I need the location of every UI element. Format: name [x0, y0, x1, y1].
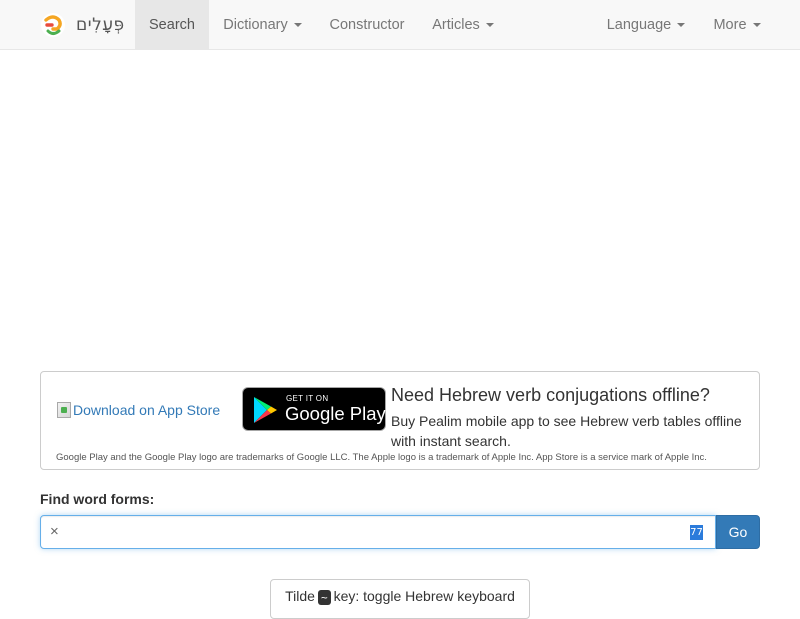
nav-articles-dropdown[interactable]: Articles: [418, 0, 508, 49]
promo-legal-notice: Google Play and the Google Play logo are…: [56, 452, 707, 463]
tilde-key-badge: ~: [317, 590, 331, 605]
nav-search-label: Search: [149, 17, 195, 33]
nav-language-label: Language: [606, 17, 672, 33]
caret-down-icon: [293, 23, 302, 28]
nav-constructor[interactable]: Constructor: [316, 0, 418, 49]
search-form: × 77 Go: [40, 515, 760, 549]
caret-down-icon: [485, 23, 494, 28]
hint-prefix: Tilde: [285, 588, 315, 604]
promo-description: Buy Pealim mobile app to see Hebrew verb…: [391, 413, 742, 449]
google-play-small-text: GET IT ON: [286, 394, 329, 403]
nav-constructor-label: Constructor: [329, 17, 405, 33]
google-play-badge[interactable]: GET IT ON Google Play: [242, 387, 386, 431]
hint-suffix: key: toggle Hebrew keyboard: [333, 588, 515, 604]
search-input[interactable]: × 77: [40, 515, 716, 549]
brand-name: פְּעָלִים: [76, 15, 125, 35]
nav-more-label: More: [713, 17, 747, 33]
top-navbar: פְּעָלִים Search Dictionary Constructor …: [0, 0, 800, 50]
app-store-link[interactable]: Download on App Store: [57, 400, 220, 420]
nav-search[interactable]: Search: [135, 0, 209, 49]
promo-title: Need Hebrew verb conjugations offline?: [391, 385, 710, 405]
caret-down-icon: [752, 23, 761, 28]
google-play-big-text: Google Play: [285, 403, 386, 424]
pealim-logo-icon: [41, 13, 65, 37]
nav-language-dropdown[interactable]: Language: [593, 0, 699, 49]
app-promo-panel: Download on App Store GET IT ON Google P…: [40, 371, 760, 470]
hebrew-keyboard-icon[interactable]: 77: [690, 525, 703, 540]
nav-articles-label: Articles: [432, 17, 480, 33]
keyboard-toggle-hint[interactable]: Tilde ~ key: toggle Hebrew keyboard: [270, 579, 530, 619]
app-store-alt-text: Download on App Store: [73, 402, 221, 418]
clear-icon[interactable]: ×: [50, 524, 59, 540]
brand-link[interactable]: פְּעָלִים: [40, 0, 135, 50]
find-word-forms-label: Find word forms:: [40, 491, 155, 507]
nav-more-dropdown[interactable]: More: [699, 0, 775, 49]
broken-image-icon: [57, 402, 71, 418]
google-play-icon: [254, 397, 277, 423]
caret-down-icon: [677, 23, 686, 28]
nav-dictionary-dropdown[interactable]: Dictionary: [209, 0, 316, 49]
go-button[interactable]: Go: [716, 515, 760, 549]
nav-dictionary-label: Dictionary: [223, 17, 288, 33]
